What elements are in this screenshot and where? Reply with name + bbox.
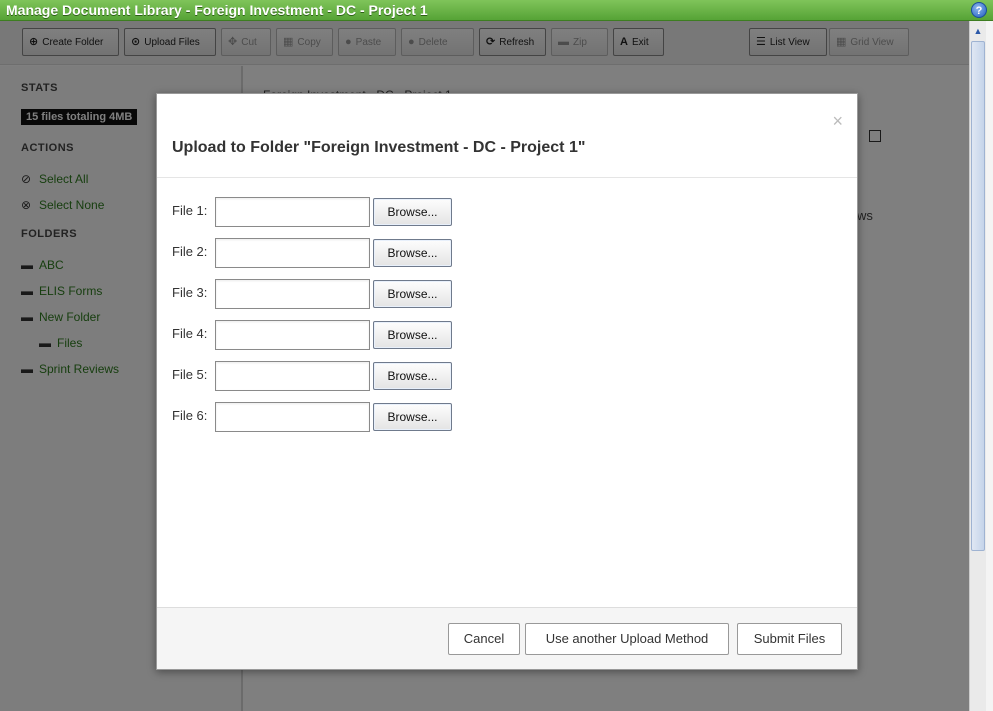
window-edge	[986, 21, 993, 711]
window-titlebar: Manage Document Library - Foreign Invest…	[0, 0, 993, 21]
browse-button[interactable]: Browse...	[373, 403, 452, 431]
browse-button[interactable]: Browse...	[373, 198, 452, 226]
cancel-button[interactable]: Cancel	[448, 623, 520, 655]
file-2-input[interactable]	[215, 238, 370, 268]
browse-button[interactable]: Browse...	[373, 280, 452, 308]
file-label: File 6:	[172, 408, 208, 423]
vertical-scrollbar[interactable]: ▲	[969, 21, 986, 711]
alternate-upload-method-button[interactable]: Use another Upload Method	[525, 623, 729, 655]
upload-dialog: × Upload to Folder "Foreign Investment -…	[156, 93, 858, 670]
scrollbar-thumb[interactable]	[971, 41, 985, 551]
file-6-input[interactable]	[215, 402, 370, 432]
file-label: File 3:	[172, 285, 208, 300]
file-1-input[interactable]	[215, 197, 370, 227]
file-label: File 5:	[172, 367, 208, 382]
file-5-input[interactable]	[215, 361, 370, 391]
browse-button[interactable]: Browse...	[373, 239, 452, 267]
window-title: Manage Document Library - Foreign Invest…	[6, 2, 428, 18]
file-label: File 2:	[172, 244, 208, 259]
close-icon[interactable]: ×	[832, 112, 843, 130]
file-label: File 4:	[172, 326, 208, 341]
dialog-title: Upload to Folder "Foreign Investment - D…	[172, 139, 586, 156]
scroll-up-icon[interactable]: ▲	[971, 23, 985, 39]
divider	[157, 177, 857, 178]
browse-button[interactable]: Browse...	[373, 321, 452, 349]
file-4-input[interactable]	[215, 320, 370, 350]
file-3-input[interactable]	[215, 279, 370, 309]
help-icon[interactable]: ?	[971, 2, 987, 18]
file-label: File 1:	[172, 203, 208, 218]
submit-files-button[interactable]: Submit Files	[737, 623, 842, 655]
dialog-footer: Cancel Use another Upload Method Submit …	[157, 607, 857, 669]
browse-button[interactable]: Browse...	[373, 362, 452, 390]
